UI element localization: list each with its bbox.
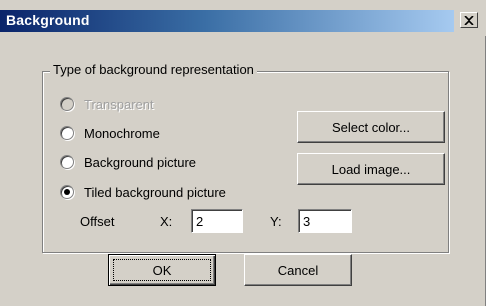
- cancel-button[interactable]: Cancel: [244, 254, 352, 286]
- close-button[interactable]: [460, 12, 478, 28]
- group-label: Type of background representation: [50, 62, 257, 77]
- offset-x-input[interactable]: [191, 209, 243, 233]
- radio-tiled-background-picture[interactable]: Tiled background picture: [60, 183, 226, 201]
- radio-circle: [60, 126, 74, 140]
- radio-transparent: Transparent: [60, 95, 154, 113]
- offset-label: Offset: [80, 214, 115, 229]
- title-strip: Background: [0, 10, 454, 32]
- radio-label-background-picture: Background picture: [84, 154, 197, 170]
- load-image-label: Load image...: [331, 161, 411, 177]
- focus-rect: [113, 259, 211, 281]
- radio-circle: [60, 155, 74, 169]
- ok-button[interactable]: OK: [108, 254, 216, 286]
- radio-label-transparent: Transparent: [84, 96, 154, 112]
- dialog-title: Background: [6, 12, 90, 28]
- select-color-label: Select color...: [331, 119, 411, 135]
- offset-x-label: X:: [160, 214, 173, 229]
- radio-label-tiled: Tiled background picture: [84, 184, 226, 200]
- radio-background-picture[interactable]: Background picture: [60, 153, 196, 171]
- close-icon: [464, 15, 474, 25]
- radio-label-monochrome: Monochrome: [84, 125, 160, 141]
- radio-circle: [60, 97, 74, 111]
- select-color-button[interactable]: Select color...: [297, 111, 445, 143]
- offset-y-input[interactable]: [298, 209, 352, 233]
- title-bar[interactable]: Background: [0, 0, 486, 36]
- radio-circle: [60, 185, 74, 199]
- cancel-label: Cancel: [277, 262, 319, 278]
- offset-y-label: Y:: [270, 214, 282, 229]
- radio-dot: [64, 189, 70, 195]
- radio-monochrome[interactable]: Monochrome: [60, 124, 160, 142]
- load-image-button[interactable]: Load image...: [297, 153, 445, 185]
- background-dialog: Background Type of background representa…: [0, 0, 486, 306]
